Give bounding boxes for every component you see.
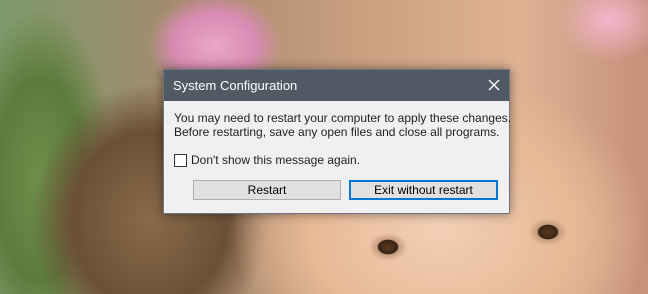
dont-show-again-checkbox[interactable] [174,153,187,167]
dont-show-again-label[interactable]: Don't show this message again. [191,153,360,167]
system-configuration-dialog: System Configuration You may need to res… [163,69,512,214]
restart-button[interactable]: Restart [193,180,341,200]
dialog-title: System Configuration [173,78,298,93]
dialog-message: You may need to restart your computer to… [164,101,512,139]
close-icon [488,79,500,91]
exit-without-restart-button[interactable]: Exit without restart [349,180,498,200]
dont-show-again-row[interactable]: Don't show this message again. [174,153,360,167]
message-line-1: You may need to restart your computer to… [174,111,512,125]
close-button[interactable] [479,70,509,101]
desktop-background: System Configuration You may need to res… [0,0,648,294]
dialog-titlebar[interactable]: System Configuration [164,70,509,101]
message-line-2: Before restarting, save any open files a… [174,125,500,139]
